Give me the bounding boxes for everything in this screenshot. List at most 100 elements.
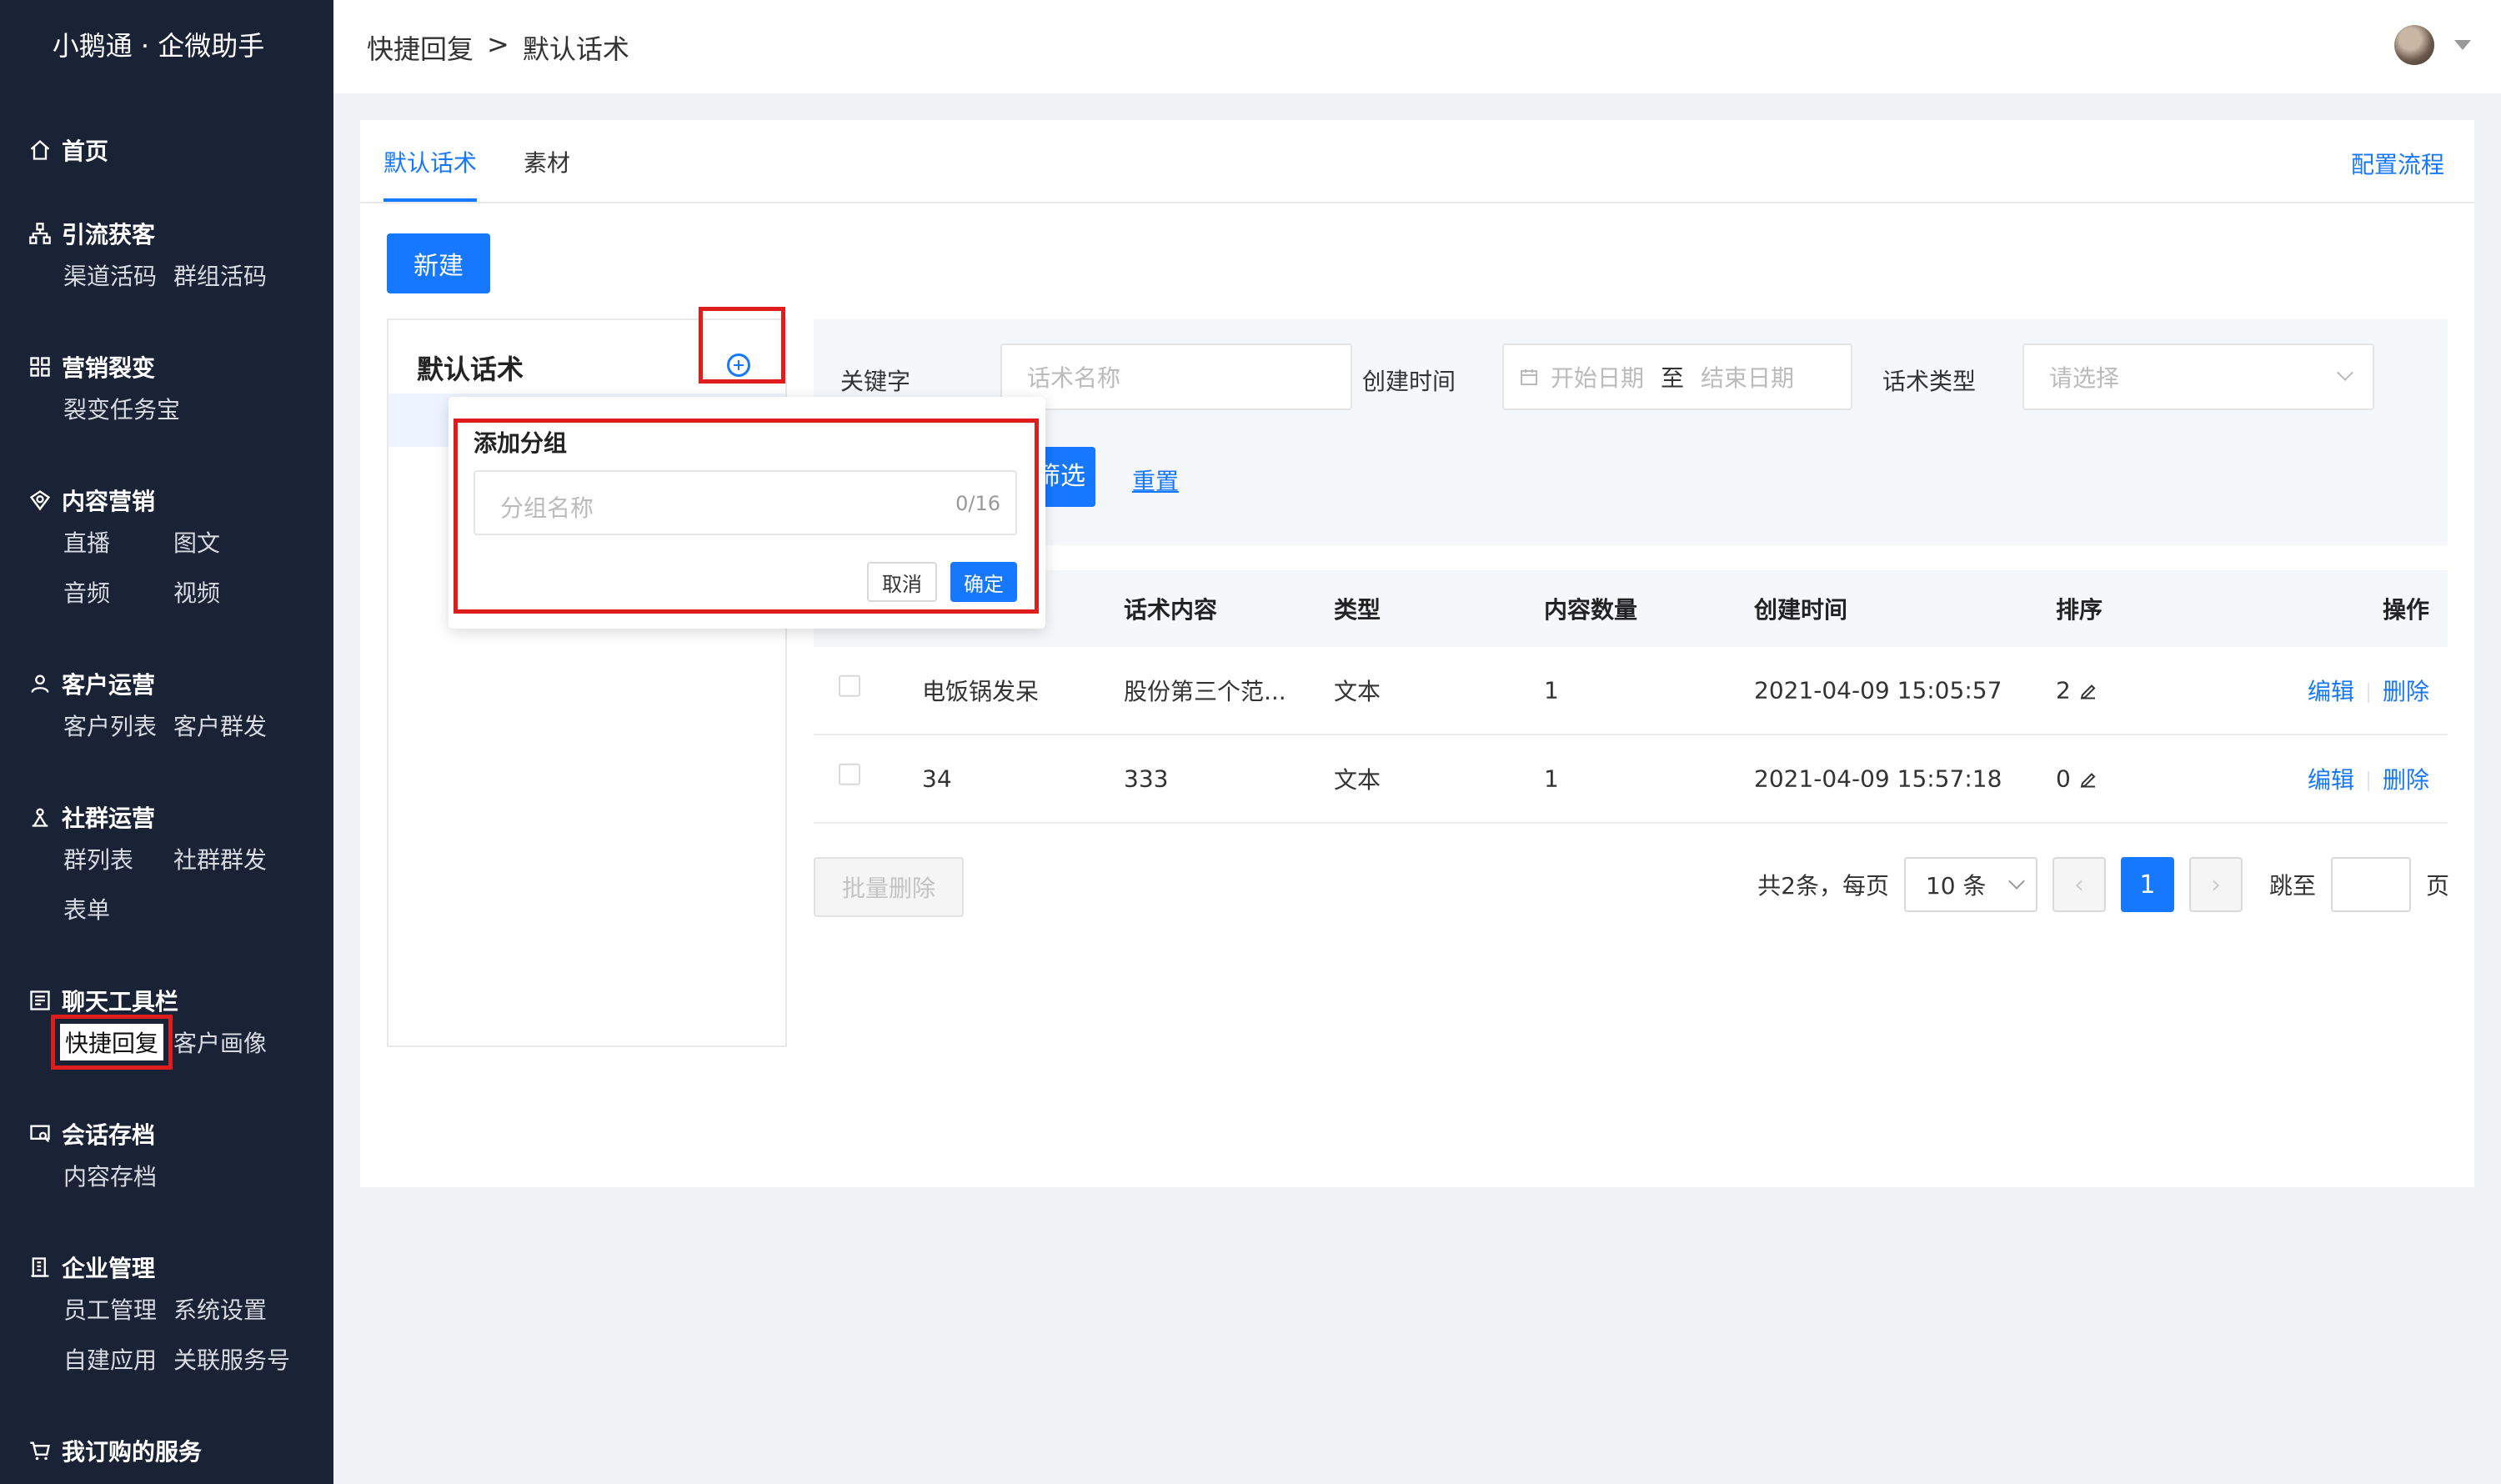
tab-default-scripts[interactable]: 默认话术 xyxy=(383,145,478,202)
page-size-select[interactable]: 10 条 xyxy=(1903,857,2037,912)
popover-title: 添加分组 xyxy=(474,429,568,457)
grid-icon xyxy=(30,357,50,377)
highlight-box-add-group xyxy=(699,307,785,384)
sidebar-item-settings[interactable]: 系统设置 xyxy=(173,1292,283,1326)
scripts-table: 话术内容 类型 内容数量 创建时间 排序 操作 电饭锅发呆 股份第三个范... … xyxy=(814,570,2448,824)
sidebar-group-title: 聊天工具栏 xyxy=(62,988,179,1015)
top-bar: 快捷回复 > 默认话术 xyxy=(333,0,2501,93)
building-icon xyxy=(31,1257,49,1277)
cell-type: 文本 xyxy=(1334,678,1381,705)
cell-actions: 编辑 删除 xyxy=(2308,674,2429,707)
sidebar-group-customer: 客户运营 客户列表 客户群发 xyxy=(28,667,283,750)
config-flow-link[interactable]: 配置流程 xyxy=(2351,147,2444,180)
chevron-right-icon: › xyxy=(2210,870,2221,900)
keyword-placeholder: 话术名称 xyxy=(1027,364,1121,392)
sidebar-item-group-list[interactable]: 群列表 xyxy=(63,842,173,875)
column-header-type: 类型 xyxy=(1334,596,1381,624)
prev-page-button[interactable]: ‹ xyxy=(2052,857,2106,912)
edit-pen-icon[interactable] xyxy=(2078,770,2098,790)
confirm-button[interactable]: 确定 xyxy=(950,562,1017,602)
sidebar-item-staff[interactable]: 员工管理 xyxy=(63,1292,173,1326)
archive-icon xyxy=(30,1125,50,1143)
calendar-icon xyxy=(1521,369,1537,385)
sidebar-item-audio[interactable]: 音频 xyxy=(63,575,173,609)
main-card: 默认话术 素材 配置流程 新建 默认话术 关键字 话术名称 创建时间 开始日期 … xyxy=(360,120,2474,1187)
order-value: 0 xyxy=(2056,765,2071,793)
sidebar-item-video[interactable]: 视频 xyxy=(173,575,283,609)
network-icon xyxy=(29,223,51,244)
caret-down-icon[interactable] xyxy=(2454,40,2471,50)
delete-link[interactable]: 删除 xyxy=(2383,678,2429,705)
cell-content: 股份第三个范... xyxy=(1124,678,1286,705)
batch-delete-button[interactable]: 批量删除 xyxy=(814,857,964,917)
breadcrumb-parent[interactable]: 快捷回复 xyxy=(367,28,474,67)
sidebar-group-title: 社群运营 xyxy=(62,805,156,832)
filter-panel: 关键字 话术名称 创建时间 开始日期 至 结束日期 话术类型 请选择 筛选 重置 xyxy=(814,318,2448,545)
delete-link[interactable]: 删除 xyxy=(2383,766,2429,794)
chevron-down-icon xyxy=(2008,873,2025,890)
group-name-input[interactable]: 分组名称 0/16 xyxy=(474,470,1017,535)
app-title: 小鹅通 · 企微助手 xyxy=(52,30,265,62)
row-checkbox[interactable] xyxy=(839,763,860,785)
sidebar-item-form[interactable]: 表单 xyxy=(63,892,173,925)
keyword-label: 关键字 xyxy=(840,368,911,395)
sidebar-item-label: 首页 xyxy=(62,138,109,165)
cell-order: 2 xyxy=(2056,677,2098,704)
breadcrumb-current: 默认话术 xyxy=(522,33,629,65)
page-unit: 页 xyxy=(2425,872,2449,900)
content-icon xyxy=(29,490,51,511)
edit-pen-icon[interactable] xyxy=(2078,682,2098,702)
sidebar-group-enterprise: 企业管理 员工管理 系统设置 自建应用 关联服务号 xyxy=(28,1251,290,1384)
sidebar-item-content-archive[interactable]: 内容存档 xyxy=(63,1159,173,1192)
sidebar-item-customer-list[interactable]: 客户列表 xyxy=(63,709,173,742)
sidebar-item-customer-broadcast[interactable]: 客户群发 xyxy=(173,709,283,742)
reset-link[interactable]: 重置 xyxy=(1132,464,1179,497)
sidebar-item-channel-code[interactable]: 渠道活码 xyxy=(63,258,173,292)
keyword-input[interactable]: 话术名称 xyxy=(1000,343,1352,410)
column-header-content: 话术内容 xyxy=(1124,596,1218,624)
cancel-button[interactable]: 取消 xyxy=(867,562,937,602)
sidebar-item-group-broadcast[interactable]: 社群群发 xyxy=(173,842,283,875)
tabs: 默认话术 素材 xyxy=(383,145,570,202)
cell-actions: 编辑 删除 xyxy=(2308,762,2429,795)
sidebar-group-title: 企业管理 xyxy=(62,1255,156,1282)
sidebar-item-linked-account[interactable]: 关联服务号 xyxy=(173,1342,290,1376)
page-number-current[interactable]: 1 xyxy=(2120,857,2174,912)
edit-link[interactable]: 编辑 xyxy=(2308,766,2354,794)
cell-created-time: 2021-04-09 15:57:18 xyxy=(1754,765,2002,793)
sidebar-item-home[interactable]: 首页 xyxy=(28,133,108,167)
new-button[interactable]: 新建 xyxy=(387,233,490,293)
breadcrumb: 快捷回复 > 默认话术 xyxy=(367,28,629,67)
jump-page-input[interactable] xyxy=(2330,857,2411,912)
sidebar: 小鹅通 · 企微助手 首页 引流获客 渠道活码 群组活码 营销裂变 裂变任务宝 … xyxy=(0,0,333,1484)
sidebar-item-live[interactable]: 直播 xyxy=(63,525,173,559)
date-range-separator: 至 xyxy=(1661,364,1685,392)
next-page-button[interactable]: › xyxy=(2188,857,2243,912)
tab-materials[interactable]: 素材 xyxy=(524,145,570,202)
cell-created-time: 2021-04-09 15:05:57 xyxy=(1754,676,2002,704)
sidebar-group-title: 我订购的服务 xyxy=(62,1438,203,1466)
script-type-label: 话术类型 xyxy=(1882,368,1977,395)
start-date-placeholder: 开始日期 xyxy=(1551,364,1645,392)
date-range-picker[interactable]: 开始日期 至 结束日期 xyxy=(1502,343,1852,410)
sidebar-group-community: 社群运营 群列表 社群群发 表单 xyxy=(28,800,283,934)
sidebar-item-subscribed-services[interactable]: 我订购的服务 xyxy=(28,1434,202,1467)
sidebar-group-title: 引流获客 xyxy=(62,221,156,248)
script-type-select[interactable]: 请选择 xyxy=(2022,343,2374,410)
avatar[interactable] xyxy=(2394,25,2434,65)
sidebar-group-content: 内容营销 直播 图文 音频 视频 xyxy=(28,484,283,617)
sidebar-item-quick-reply[interactable]: 快捷回复 xyxy=(50,1015,173,1070)
cell-name: 电饭锅发呆 xyxy=(922,678,1040,705)
sidebar-item-fission[interactable]: 裂变任务宝 xyxy=(63,392,180,425)
sidebar-item-customer-profile[interactable]: 客户画像 xyxy=(173,1025,283,1059)
create-time-label: 创建时间 xyxy=(1362,368,1456,395)
sidebar-item-group-code[interactable]: 群组活码 xyxy=(173,258,283,292)
cell-count: 1 xyxy=(1544,676,1559,704)
row-checkbox[interactable] xyxy=(839,674,860,697)
action-divider xyxy=(2367,683,2369,703)
sidebar-item-custom-app[interactable]: 自建应用 xyxy=(63,1342,173,1376)
sidebar-item-article[interactable]: 图文 xyxy=(173,525,283,559)
script-type-placeholder: 请选择 xyxy=(2049,364,2120,392)
sidebar-group-acquisition: 引流获客 渠道活码 群组活码 xyxy=(28,217,283,300)
edit-link[interactable]: 编辑 xyxy=(2308,678,2354,705)
